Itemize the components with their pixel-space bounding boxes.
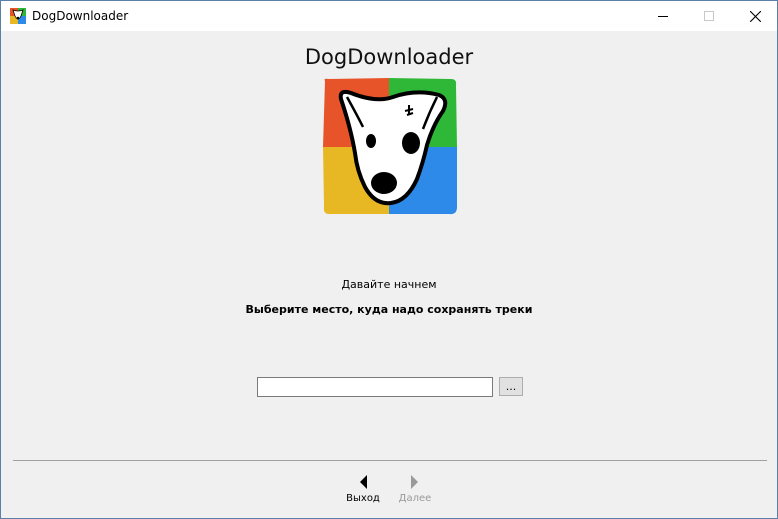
browse-button[interactable]: ... xyxy=(499,377,523,396)
instruction-text: Выберите место, куда надо сохранять трек… xyxy=(245,303,533,316)
close-button[interactable] xyxy=(732,1,778,31)
close-icon xyxy=(749,10,761,22)
minimize-icon xyxy=(658,16,668,17)
title-bar[interactable]: DogDownloader xyxy=(1,1,777,31)
dog-logo-icon xyxy=(323,78,457,215)
save-path-input[interactable] xyxy=(257,377,493,397)
maximize-icon xyxy=(704,11,714,21)
app-icon xyxy=(10,8,26,24)
app-heading: DogDownloader xyxy=(304,45,474,69)
exit-button[interactable]: Выход xyxy=(338,471,388,511)
next-button-label: Далее xyxy=(398,493,432,504)
arrow-right-icon xyxy=(411,475,418,489)
window-title: DogDownloader xyxy=(32,9,129,23)
arrow-left-icon xyxy=(360,475,367,489)
app-window: DogDownloader DogDownloader Давайте начн… xyxy=(0,0,778,519)
intro-text: Давайте начнем xyxy=(341,278,437,291)
footer-divider xyxy=(13,460,767,461)
exit-button-label: Выход xyxy=(346,493,380,504)
maximize-button[interactable] xyxy=(686,1,732,31)
minimize-button[interactable] xyxy=(640,1,686,31)
next-button[interactable]: Далее xyxy=(390,471,440,511)
